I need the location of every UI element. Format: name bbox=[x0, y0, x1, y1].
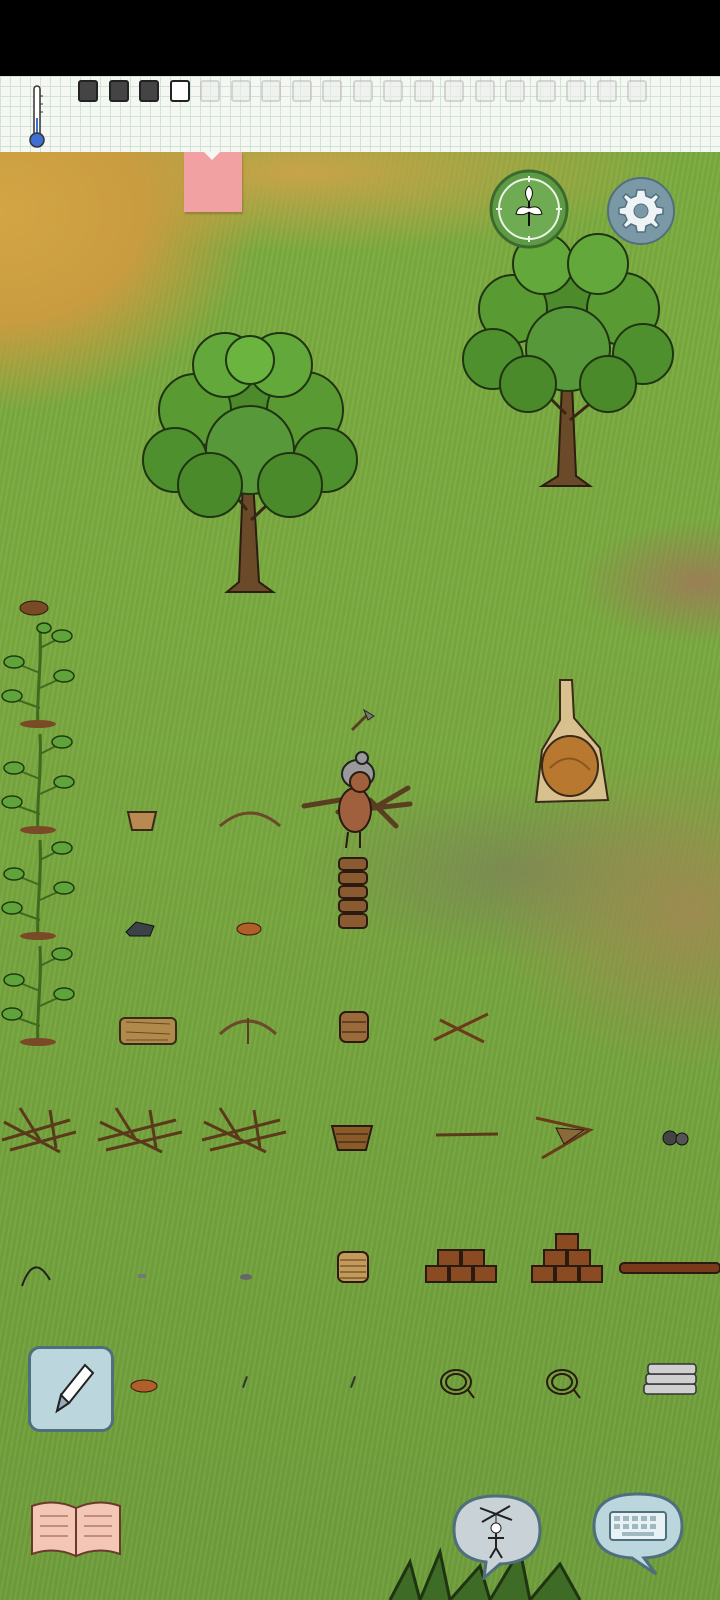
bow-drill[interactable] bbox=[218, 1014, 278, 1046]
inventory-slot[interactable] bbox=[566, 80, 586, 102]
sticky-note[interactable] bbox=[184, 152, 242, 212]
inventory-slot[interactable] bbox=[78, 80, 98, 102]
rope-coil[interactable] bbox=[544, 1366, 582, 1400]
bean-plant[interactable] bbox=[0, 936, 80, 1046]
tiny-pebble[interactable] bbox=[240, 1274, 252, 1280]
inventory-slot[interactable] bbox=[535, 80, 556, 102]
hay-bundle[interactable] bbox=[118, 1014, 178, 1046]
inventory-slot[interactable] bbox=[322, 80, 342, 102]
tree[interactable] bbox=[135, 320, 365, 600]
inventory-slot[interactable] bbox=[413, 80, 434, 102]
leaf-compass-icon[interactable] bbox=[488, 168, 570, 250]
bean-plant[interactable] bbox=[0, 724, 80, 834]
adobe-kiln[interactable] bbox=[530, 678, 620, 808]
gear-icon[interactable] bbox=[606, 176, 676, 246]
inventory-slot[interactable] bbox=[291, 80, 312, 102]
small-animal[interactable] bbox=[128, 1376, 160, 1396]
inventory-slot[interactable] bbox=[230, 80, 251, 102]
thin-twig[interactable] bbox=[242, 1376, 248, 1388]
small-animal[interactable] bbox=[234, 920, 264, 938]
thermometer-icon bbox=[29, 85, 45, 148]
inventory-slot[interactable] bbox=[261, 80, 281, 102]
bow[interactable] bbox=[218, 806, 282, 830]
long-stick[interactable] bbox=[434, 1130, 500, 1140]
clay-coil[interactable] bbox=[336, 1250, 370, 1284]
adobe-bricks[interactable] bbox=[424, 1244, 498, 1286]
pencil-button[interactable] bbox=[28, 1346, 114, 1432]
flat-stones[interactable] bbox=[640, 1360, 700, 1398]
inventory-slot[interactable] bbox=[352, 80, 373, 102]
book-icon[interactable] bbox=[28, 1496, 124, 1560]
status-bar bbox=[0, 0, 720, 76]
tiny-pebble[interactable] bbox=[138, 1274, 146, 1278]
thin-bow[interactable] bbox=[20, 1256, 52, 1288]
fire-bow[interactable] bbox=[534, 1114, 594, 1160]
inventory-slot[interactable] bbox=[474, 80, 495, 102]
inventory-slot[interactable] bbox=[200, 80, 220, 102]
inventory-slot[interactable] bbox=[505, 80, 525, 102]
round-stones[interactable] bbox=[660, 1128, 692, 1148]
seed-pile[interactable] bbox=[18, 598, 50, 616]
rope-coil[interactable] bbox=[438, 1366, 476, 1400]
inventory-slot[interactable] bbox=[627, 80, 647, 102]
kindling-pile[interactable] bbox=[96, 1100, 186, 1160]
crossed-sticks[interactable] bbox=[432, 1010, 490, 1048]
adobe-bricks-stack[interactable] bbox=[530, 1230, 604, 1286]
hatchet[interactable] bbox=[350, 708, 376, 732]
thin-twig[interactable] bbox=[350, 1376, 356, 1388]
bean-plant[interactable] bbox=[0, 830, 80, 940]
inventory-slot[interactable] bbox=[444, 80, 464, 102]
clay-pot[interactable] bbox=[338, 1010, 370, 1044]
puppet-icon[interactable] bbox=[444, 1490, 548, 1580]
kindling-pile[interactable] bbox=[200, 1100, 290, 1160]
keyboard-icon[interactable] bbox=[586, 1488, 690, 1576]
inventory-slot[interactable] bbox=[108, 80, 129, 102]
inventory-slot[interactable] bbox=[139, 80, 159, 102]
player-character[interactable] bbox=[300, 748, 415, 848]
inventory-slot[interactable] bbox=[383, 80, 403, 102]
log[interactable] bbox=[618, 1260, 720, 1276]
inventory-slot[interactable] bbox=[596, 80, 617, 102]
basket[interactable] bbox=[126, 808, 158, 832]
inventory-slot[interactable] bbox=[169, 80, 190, 102]
pencil-icon bbox=[55, 1363, 95, 1414]
kindling-pile[interactable] bbox=[0, 1100, 80, 1160]
stacked-baskets[interactable] bbox=[336, 856, 370, 932]
woven-basket[interactable] bbox=[330, 1122, 374, 1152]
tree[interactable] bbox=[458, 224, 678, 494]
bean-plant[interactable] bbox=[0, 618, 80, 728]
flint-stone[interactable] bbox=[124, 920, 158, 938]
